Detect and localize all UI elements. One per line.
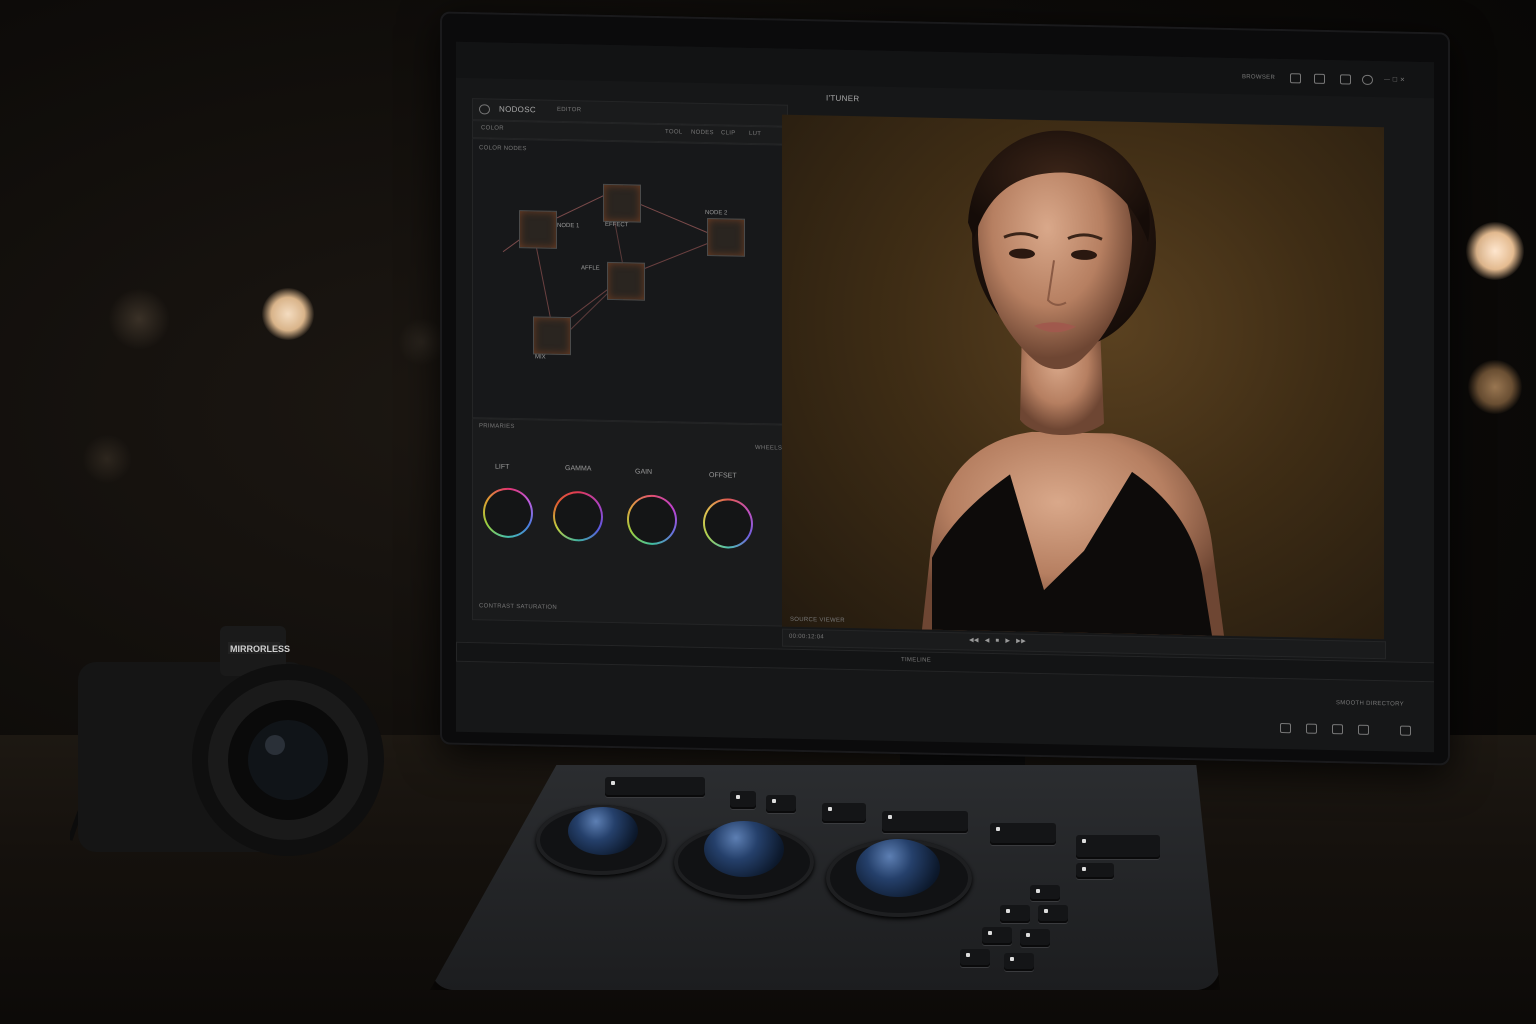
camera-icon[interactable] <box>1290 73 1301 84</box>
expand-icon[interactable] <box>1400 725 1411 736</box>
color-panel: PRIMARIES WHEELS LIFT GAMMA GAIN OFFSET … <box>472 418 786 627</box>
image-viewer[interactable]: SOURCE VIEWER <box>782 114 1384 640</box>
screen: I'TUNER BROWSER — ☐ ✕ NODOSC EDITOR COLO… <box>456 41 1434 753</box>
bokeh-light <box>398 318 446 366</box>
bokeh-light <box>1468 360 1522 414</box>
portrait-image <box>922 130 1224 636</box>
trackball-gamma[interactable] <box>704 821 784 877</box>
toolbar-item[interactable]: LUT <box>749 131 761 137</box>
window-controls[interactable]: — ☐ ✕ <box>1384 76 1405 83</box>
gamma-wheel[interactable] <box>553 490 603 542</box>
surface-key[interactable] <box>960 949 990 967</box>
bokeh-light <box>108 288 170 350</box>
layout-icon[interactable] <box>1280 723 1291 734</box>
app-title: I'TUNER <box>826 93 860 104</box>
folder-icon[interactable] <box>1314 73 1325 84</box>
node[interactable] <box>603 183 641 223</box>
wheel-label: LIFT <box>495 463 510 471</box>
viewer-caption: SOURCE VIEWER <box>790 616 845 624</box>
node-label: NODE 2 <box>705 209 728 217</box>
toolbar-item[interactable]: TOOL <box>665 129 682 135</box>
gear-icon[interactable] <box>1362 74 1373 85</box>
node-label: MIX <box>535 354 546 361</box>
node[interactable] <box>607 261 645 301</box>
transport-controls[interactable]: ◀◀ ◀ ■ ▶ ▶▶ <box>969 637 1026 645</box>
offset-wheel[interactable] <box>703 497 753 549</box>
timecode: 00:00:12:04 <box>789 633 824 641</box>
camera-brand: MIRRORLESS <box>230 644 290 654</box>
surface-key[interactable] <box>990 823 1056 845</box>
bokeh-light <box>262 288 314 340</box>
settings-icon[interactable] <box>1358 724 1369 735</box>
trackball-lift[interactable] <box>568 807 638 855</box>
surface-key[interactable] <box>1076 835 1160 859</box>
logo-text: NODOSC <box>499 104 536 115</box>
node[interactable] <box>519 210 557 249</box>
color-control-surface <box>430 765 1220 990</box>
node[interactable] <box>533 316 571 356</box>
bokeh-light <box>82 434 132 484</box>
camera: MIRRORLESS <box>70 626 384 856</box>
node-label: AFFLE <box>581 265 600 272</box>
toolbar-item[interactable]: NODES <box>691 130 714 136</box>
surface-key[interactable] <box>730 791 756 809</box>
surface-key[interactable] <box>982 927 1012 945</box>
top-bar: I'TUNER BROWSER — ☐ ✕ <box>456 41 1434 103</box>
gain-wheel[interactable] <box>627 494 677 546</box>
top-right-label[interactable]: BROWSER <box>1242 74 1275 81</box>
surface-key[interactable] <box>1076 863 1114 879</box>
wheel-label: GAMMA <box>565 465 592 473</box>
surface-key[interactable] <box>766 795 796 813</box>
toolbar-tab[interactable]: COLOR <box>481 125 504 131</box>
toolbar-item[interactable]: CLIP <box>721 130 736 136</box>
surface-key[interactable] <box>605 777 705 797</box>
trackball-gain[interactable] <box>856 839 940 897</box>
color-panel-mode[interactable]: WHEELS <box>755 445 782 452</box>
list-icon[interactable] <box>1332 724 1343 735</box>
color-panel-header: PRIMARIES <box>479 423 515 430</box>
editor-label: EDITOR <box>557 106 582 114</box>
surface-key[interactable] <box>822 803 866 823</box>
lift-wheel[interactable] <box>483 487 533 539</box>
bottom-right-label[interactable]: SMOOTH DIRECTORY <box>1336 700 1404 707</box>
node[interactable] <box>707 218 745 257</box>
color-panel-footer: CONTRAST SATURATION <box>479 603 558 611</box>
surface-key[interactable] <box>1030 885 1060 901</box>
surface-key[interactable] <box>882 811 968 833</box>
grid-icon[interactable] <box>1306 723 1317 734</box>
node-label: NODE 1 <box>557 222 580 230</box>
monitor: I'TUNER BROWSER — ☐ ✕ NODOSC EDITOR COLO… <box>440 11 1450 766</box>
surface-key[interactable] <box>1004 953 1034 971</box>
node-label: EFFECT <box>605 221 629 229</box>
surface-key[interactable] <box>1000 905 1030 923</box>
surface-key[interactable] <box>1020 929 1050 947</box>
wheel-label: GAIN <box>635 468 653 476</box>
wheel-label: OFFSET <box>709 472 737 480</box>
surface-key[interactable] <box>1038 905 1068 923</box>
bokeh-light <box>1466 222 1524 280</box>
node-editor[interactable]: COLOR NODES NODE 1 EFFECT NODE 2 AFFLE M… <box>472 138 786 425</box>
bottom-center-label[interactable]: TIMELINE <box>901 657 931 664</box>
monitor-icon[interactable] <box>1340 74 1351 85</box>
logo-icon <box>479 104 490 115</box>
